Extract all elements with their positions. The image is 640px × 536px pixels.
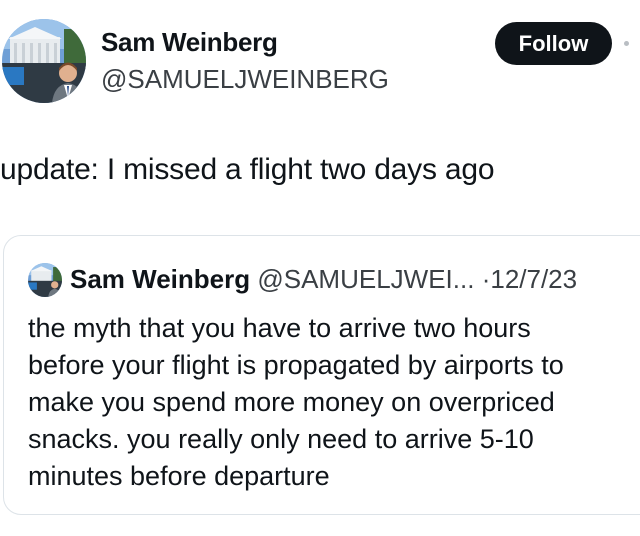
quoted-post-header: Sam Weinberg @SAMUELJWEI... ·12/7/23 (70, 264, 577, 295)
profile-photo-icon (28, 263, 62, 297)
quoted-post-text: the myth that you have to arrive two hou… (28, 313, 564, 491)
quoted-author-avatar[interactable] (28, 263, 62, 297)
author-handle[interactable]: @SAMUELJWEINBERG (101, 64, 389, 95)
follow-button[interactable]: Follow (495, 22, 612, 65)
quoted-post-date[interactable]: 12/7/23 (490, 264, 577, 294)
quoted-author-name[interactable]: Sam Weinberg (70, 264, 250, 294)
more-options-icon[interactable] (624, 41, 629, 46)
author-avatar[interactable] (2, 19, 86, 103)
author-name[interactable]: Sam Weinberg (101, 27, 278, 58)
quoted-author-handle[interactable]: @SAMUELJWEI... (257, 264, 474, 294)
profile-photo-icon (2, 19, 86, 103)
post-text: update: I missed a flight two days ago (0, 153, 495, 186)
